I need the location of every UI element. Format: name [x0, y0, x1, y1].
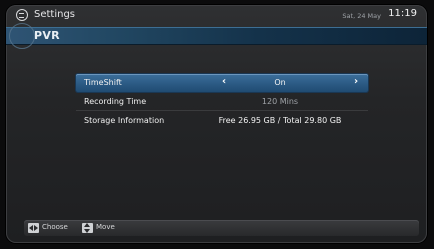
settings-window: Settings Sat, 24 May 11:19 PVR TimeShift…: [6, 5, 427, 243]
menu-item-recording-time[interactable]: Recording Time 120 Mins: [76, 93, 368, 111]
left-right-key-icon: [28, 223, 39, 233]
move-hint: Move: [96, 223, 115, 231]
date-label: Sat, 24 May: [342, 12, 381, 20]
menu-item-storage-information[interactable]: Storage Information Free 26.95 GB / Tota…: [76, 112, 368, 130]
menu-item-value: On: [274, 78, 286, 87]
menu-item-value: Free 26.95 GB / Total 29.80 GB: [218, 116, 342, 125]
menu-item-label: Recording Time: [84, 97, 147, 106]
section-title: PVR: [34, 29, 60, 42]
app-title: Settings: [34, 9, 76, 20]
arrow-right-icon[interactable]: ›: [354, 76, 358, 87]
menu-item-label: TimeShift: [84, 78, 122, 87]
menu-item-timeshift[interactable]: TimeShift ‹ On ›: [76, 74, 368, 92]
choose-hint: Choose: [42, 223, 68, 231]
settings-icon: [16, 9, 28, 21]
up-down-key-icon: [82, 223, 93, 233]
settings-menu: TimeShift ‹ On › Recording Time 120 Mins…: [6, 45, 427, 221]
top-bar: Settings Sat, 24 May 11:19: [6, 5, 427, 27]
help-bar: Choose Move: [24, 220, 419, 236]
menu-item-value: 120 Mins: [261, 97, 299, 106]
menu-item-label: Storage Information: [84, 116, 165, 125]
section-header: PVR: [6, 23, 427, 49]
clock-time: 11:19: [388, 8, 417, 19]
